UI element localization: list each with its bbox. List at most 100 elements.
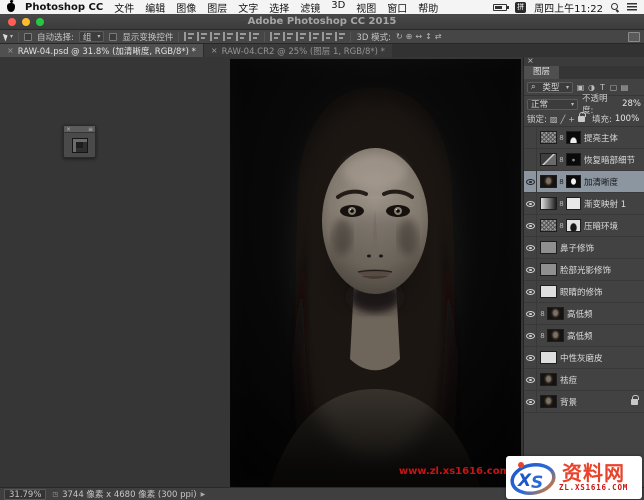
- layer-name[interactable]: 眼睛的修饰: [560, 286, 642, 298]
- filter-icon-3[interactable]: ▢: [609, 83, 618, 92]
- distribute-bottom-edges-button[interactable]: [296, 32, 306, 41]
- layer-row-5[interactable]: 鼻子修饰: [524, 237, 644, 259]
- distribute-horizontal-centers-button[interactable]: [322, 32, 332, 41]
- apple-logo-icon[interactable]: [7, 3, 15, 12]
- mode-3d-icon-2[interactable]: ↔: [415, 32, 422, 41]
- distribute-top-edges-button[interactable]: [270, 32, 280, 41]
- spotlight-search-icon[interactable]: [611, 3, 619, 11]
- align-horizontal-centers-button[interactable]: [197, 32, 207, 41]
- layer-thumbnail[interactable]: [540, 131, 557, 144]
- lock-option-icon-2[interactable]: +: [568, 115, 575, 124]
- zoom-window-button[interactable]: [36, 18, 44, 26]
- distribute-left-edges-button[interactable]: [309, 32, 319, 41]
- layer-name[interactable]: 高低频: [567, 308, 642, 320]
- layer-mask-thumbnail[interactable]: [566, 197, 581, 210]
- layer-name[interactable]: 加清晰度: [584, 176, 642, 188]
- layer-row-8[interactable]: 8 高低频: [524, 303, 644, 325]
- workspace-switcher-icon[interactable]: [628, 32, 640, 42]
- layer-thumbnail[interactable]: [540, 373, 557, 386]
- lock-option-icon-1[interactable]: ╱: [560, 115, 565, 124]
- menu-item-图像[interactable]: 图像: [176, 0, 196, 15]
- menu-item-帮助[interactable]: 帮助: [418, 0, 438, 15]
- visibility-toggle[interactable]: [524, 171, 537, 192]
- visibility-toggle[interactable]: [524, 127, 537, 148]
- close-tab-icon[interactable]: ×: [211, 46, 218, 55]
- align-bottom-edges-button[interactable]: [249, 32, 259, 41]
- zoom-level-field[interactable]: 31.79%: [4, 489, 46, 500]
- layer-name[interactable]: 脸部光影修饰: [560, 264, 642, 276]
- document-info[interactable]: ◳ 3744 像素 x 4680 像素 (300 ppi) ▶: [52, 488, 205, 500]
- app-menu-name[interactable]: Photoshop CC: [25, 2, 103, 13]
- auto-select-checkbox[interactable]: [24, 33, 32, 41]
- minimize-window-button[interactable]: [22, 18, 30, 26]
- layer-mask-thumbnail[interactable]: [566, 153, 581, 166]
- visibility-toggle[interactable]: [524, 369, 537, 390]
- layer-name[interactable]: 压暗环境: [584, 220, 642, 232]
- input-method-icon[interactable]: 拼: [515, 2, 526, 13]
- mode-3d-icon-3[interactable]: ↕: [425, 32, 432, 41]
- layer-name[interactable]: 高低频: [567, 330, 642, 342]
- opacity-value[interactable]: 28%: [622, 99, 641, 109]
- visibility-toggle[interactable]: [524, 149, 537, 170]
- menubar-clock[interactable]: 周四上午11:22: [534, 0, 603, 15]
- lock-option-icon-0[interactable]: ▨: [550, 115, 558, 124]
- close-tab-icon[interactable]: ×: [7, 46, 14, 55]
- visibility-toggle[interactable]: [524, 215, 537, 236]
- layer-thumbnail[interactable]: [540, 351, 557, 364]
- layer-row-1[interactable]: 8 恢复暗部细节: [524, 149, 644, 171]
- panel-close-icon[interactable]: ×: [524, 57, 644, 66]
- fill-value[interactable]: 100%: [615, 114, 639, 124]
- layer-thumbnail[interactable]: [540, 285, 557, 298]
- menu-item-选择[interactable]: 选择: [269, 0, 289, 15]
- menu-item-编辑[interactable]: 编辑: [145, 0, 165, 15]
- menu-item-窗口[interactable]: 窗口: [387, 0, 407, 15]
- close-window-button[interactable]: [8, 18, 16, 26]
- layer-row-9[interactable]: 8 高低频: [524, 325, 644, 347]
- layer-thumbnail[interactable]: [547, 329, 564, 342]
- show-transform-checkbox[interactable]: [109, 33, 117, 41]
- distribute-right-edges-button[interactable]: [335, 32, 345, 41]
- layer-row-3[interactable]: 8 渐变映射 1: [524, 193, 644, 215]
- distribute-vertical-centers-button[interactable]: [283, 32, 293, 41]
- layer-thumbnail[interactable]: [540, 153, 557, 166]
- layer-mask-thumbnail[interactable]: [566, 131, 581, 144]
- visibility-toggle[interactable]: [524, 347, 537, 368]
- align-vertical-centers-button[interactable]: [236, 32, 246, 41]
- layer-thumbnail[interactable]: [540, 395, 557, 408]
- menu-item-滤镜[interactable]: 滤镜: [300, 0, 320, 15]
- filter-icon-0[interactable]: ▣: [576, 83, 585, 92]
- layer-row-4[interactable]: 8 压暗环境: [524, 215, 644, 237]
- layer-name[interactable]: 恢复暗部细节: [584, 154, 642, 166]
- layer-row-12[interactable]: 背景: [524, 391, 644, 413]
- align-left-edges-button[interactable]: [184, 32, 194, 41]
- floating-mini-panel[interactable]: ×≡: [63, 125, 96, 158]
- layer-row-0[interactable]: 8 提亮主体: [524, 127, 644, 149]
- layer-name[interactable]: 鼻子修饰: [560, 242, 642, 254]
- layer-thumbnail[interactable]: [540, 197, 557, 210]
- layer-thumbnail[interactable]: [540, 241, 557, 254]
- mode-3d-icon-0[interactable]: ↻: [396, 32, 403, 41]
- layer-filter-dropdown[interactable]: ⌕ 类型 ▾: [527, 82, 573, 93]
- menu-item-视图[interactable]: 视图: [356, 0, 376, 15]
- layer-mask-thumbnail[interactable]: [566, 175, 581, 188]
- layer-row-7[interactable]: 眼睛的修饰: [524, 281, 644, 303]
- layer-row-10[interactable]: 中性灰磨皮: [524, 347, 644, 369]
- layer-name[interactable]: 中性灰磨皮: [560, 352, 642, 364]
- move-tool-preset[interactable]: ▾: [4, 33, 13, 41]
- document-tab-active[interactable]: × RAW-04.psd @ 31.8% (加清晰度, RGB/8*) *: [0, 44, 203, 57]
- document-canvas[interactable]: ×≡: [0, 57, 523, 487]
- visibility-toggle[interactable]: [524, 259, 537, 280]
- layer-thumbnail[interactable]: [540, 175, 557, 188]
- menu-item-文字[interactable]: 文字: [238, 0, 258, 15]
- mode-3d-icon-1[interactable]: ⊕: [406, 32, 413, 41]
- visibility-toggle[interactable]: [524, 193, 537, 214]
- notification-center-icon[interactable]: [627, 3, 637, 11]
- layer-row-6[interactable]: 脸部光影修饰: [524, 259, 644, 281]
- layer-thumbnail[interactable]: [547, 307, 564, 320]
- auto-select-dropdown[interactable]: 组 ▾: [79, 31, 105, 42]
- layer-row-2[interactable]: 8 加清晰度: [524, 171, 644, 193]
- tab-layers[interactable]: 图层: [524, 66, 559, 79]
- layer-name[interactable]: 提亮主体: [584, 132, 642, 144]
- menu-item-文件[interactable]: 文件: [114, 0, 134, 15]
- layer-row-11[interactable]: 祛痘: [524, 369, 644, 391]
